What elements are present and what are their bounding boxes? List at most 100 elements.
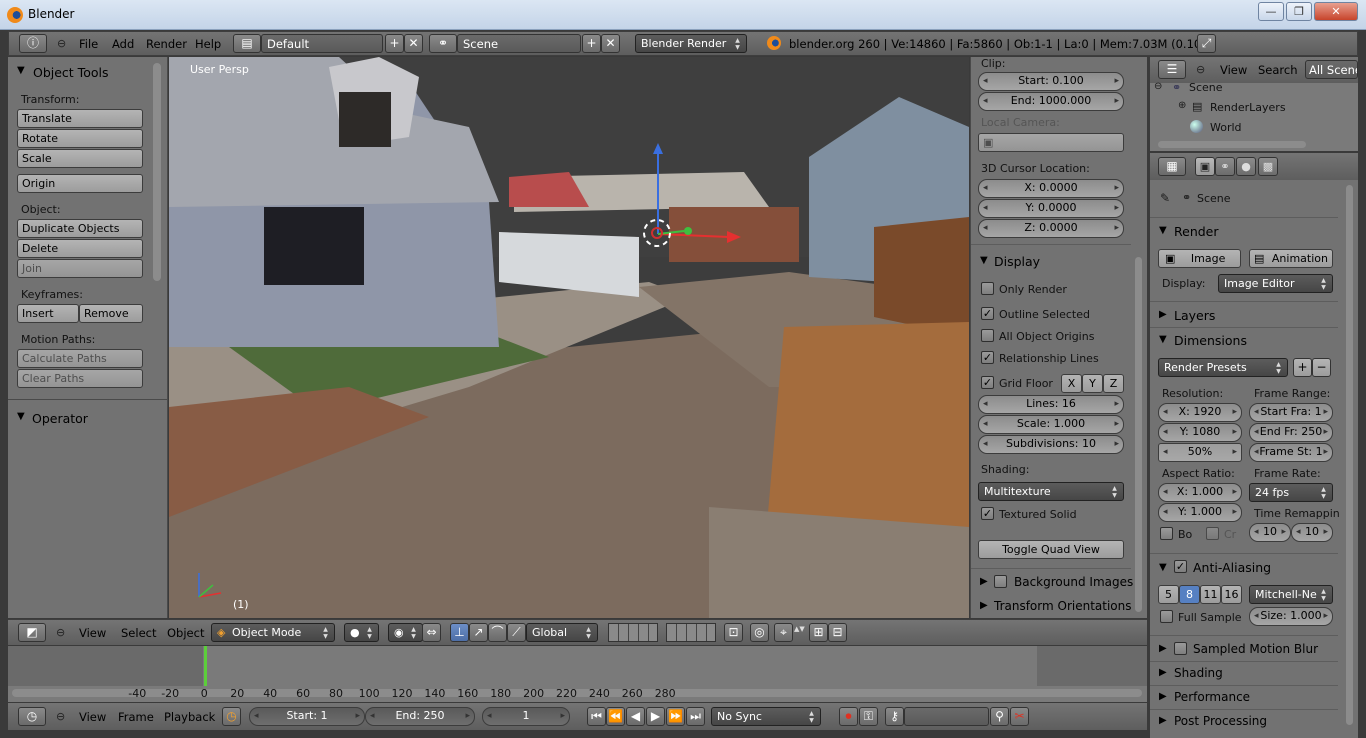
relationship-lines-checkbox[interactable]: ✓ [981, 351, 994, 364]
viewport-shading-select[interactable]: ● [344, 623, 379, 642]
render-triangle-icon[interactable]: ▼ [1159, 225, 1167, 236]
scene-layers-grid[interactable] [608, 623, 658, 642]
aspect-x-field[interactable]: X: 1.000 [1158, 483, 1242, 502]
render-animation-button[interactable]: ▤ Animation [1249, 249, 1333, 268]
operator-triangle-icon[interactable]: ▼ [17, 411, 25, 422]
insert-keyframe-icon[interactable]: ⚲ [990, 707, 1009, 726]
properties-editor-scrollbar[interactable] [1346, 185, 1353, 725]
proportional-edit-icon[interactable]: ◎ [750, 623, 769, 642]
end-frame-timeline-field[interactable]: End: 250 [365, 707, 475, 726]
manipulator-toggle-icon[interactable]: ⇔ [422, 623, 441, 642]
render-engine-select[interactable]: Blender Render [635, 34, 747, 53]
outliner-menu-search[interactable]: Search [1258, 63, 1298, 77]
translate-manipulator-icon[interactable]: ⊥ [450, 623, 469, 642]
resolution-x-field[interactable]: X: 1920 [1158, 403, 1242, 422]
tab-render-icon[interactable]: ▣ [1195, 157, 1215, 176]
aa-samples-5[interactable]: 5 [1158, 585, 1179, 604]
tool-shelf-scrollbar[interactable] [153, 63, 161, 281]
scene-layers-grid-2[interactable] [666, 623, 716, 642]
textured-solid-checkbox[interactable]: ✓ [981, 507, 994, 520]
timeline-menu-playback[interactable]: Playback [164, 710, 215, 724]
shading-triangle-icon[interactable]: ▶ [1159, 667, 1167, 678]
insert-keyframe-button[interactable]: Insert [17, 304, 79, 323]
viewport-3d[interactable]: User Persp (1) [169, 57, 969, 618]
render-presets-select[interactable]: Render Presets [1158, 358, 1288, 377]
background-images-checkbox[interactable] [994, 575, 1007, 588]
frame-rate-select[interactable]: 24 fps [1249, 483, 1333, 502]
outline-selected-checkbox[interactable]: ✓ [981, 307, 994, 320]
object-mode-select[interactable]: Object Mode [211, 623, 335, 642]
post-processing-triangle-icon[interactable]: ▶ [1159, 715, 1167, 726]
motion-blur-checkbox[interactable] [1174, 642, 1187, 655]
menu-render[interactable]: Render [146, 37, 187, 51]
outliner-filter-select[interactable]: All Scenes [1305, 60, 1358, 79]
close-button[interactable]: ✕ [1314, 2, 1358, 21]
view3d-menu-select[interactable]: Select [121, 626, 156, 640]
jump-end-icon[interactable]: ⏭ [686, 707, 705, 726]
join-button[interactable]: Join [17, 259, 143, 278]
grid-lines-field[interactable]: Lines: 16 [978, 395, 1124, 414]
rotate-manipulator-icon[interactable]: ↗ [469, 623, 488, 642]
tab-world-icon[interactable]: ● [1236, 157, 1256, 176]
remove-preset-button[interactable]: − [1312, 358, 1331, 377]
start-frame-field[interactable]: Start Fra: 1 [1249, 403, 1333, 422]
cursor-x-field[interactable]: X: 0.0000 [978, 179, 1124, 198]
all-object-origins-checkbox[interactable] [981, 329, 994, 342]
keying-set-icon[interactable]: ⚿ [859, 707, 878, 726]
outliner-item-renderlayers[interactable]: RenderLayers [1210, 101, 1286, 114]
cursor-z-field[interactable]: Z: 0.0000 [978, 219, 1124, 238]
tab-scene-icon[interactable]: ⚭ [1215, 157, 1235, 176]
origin-button[interactable]: Origin [17, 174, 143, 193]
clip-start-field[interactable]: Start: 0.100 [978, 72, 1124, 91]
outliner-item-scene[interactable]: Scene [1189, 81, 1223, 94]
collapse-triangle-icon[interactable]: ▼ [17, 65, 25, 76]
current-frame-field[interactable]: 1 [482, 707, 570, 726]
aa-size-field[interactable]: Size: 1.000 [1249, 607, 1333, 626]
collapse-menu-icon[interactable]: ⊖ [56, 626, 65, 639]
render-image-button[interactable]: ▣ Image [1158, 249, 1241, 268]
resolution-percentage-field[interactable]: 50% [1158, 443, 1242, 462]
preview-range-icon[interactable]: ◷ [222, 707, 241, 726]
aspect-y-field[interactable]: Y: 1.000 [1158, 503, 1242, 522]
clear-paths-button[interactable]: Clear Paths [17, 369, 143, 388]
rotate-button[interactable]: Rotate [17, 129, 143, 148]
layers-triangle-icon[interactable]: ▶ [1159, 309, 1167, 320]
expand-triangle-icon[interactable]: ▶ [980, 600, 988, 611]
render-opengl-icon[interactable]: ⊞ [809, 623, 828, 642]
duplicate-objects-button[interactable]: Duplicate Objects [17, 219, 143, 238]
timeline-scrollbar[interactable] [12, 689, 1142, 697]
jump-next-keyframe-icon[interactable]: ⏩ [666, 707, 685, 726]
display-select[interactable]: Image Editor [1218, 274, 1333, 293]
editor-type-properties-icon[interactable]: ▦ [1158, 157, 1186, 176]
view3d-menu-object[interactable]: Object [167, 626, 204, 640]
aa-samples-16[interactable]: 16 [1221, 585, 1242, 604]
dimensions-triangle-icon[interactable]: ▼ [1159, 334, 1167, 345]
add-scene-button[interactable]: + [582, 34, 601, 53]
keyframe-type-icon[interactable]: ⚷ [885, 707, 904, 726]
add-preset-button[interactable]: + [1293, 358, 1312, 377]
axis-y-toggle[interactable]: Y [1082, 374, 1103, 393]
collapse-menu-icon[interactable]: ⊖ [56, 710, 65, 723]
start-frame-timeline-field[interactable]: Start: 1 [249, 707, 365, 726]
collapse-menu-icon[interactable]: ⊖ [57, 37, 66, 50]
border-checkbox[interactable] [1160, 527, 1173, 540]
aa-filter-select[interactable]: Mitchell-Ne [1249, 585, 1333, 604]
add-screen-button[interactable]: + [385, 34, 404, 53]
properties-scrollbar[interactable] [1135, 257, 1142, 612]
collapse-menu-icon[interactable]: ⊖ [1196, 63, 1205, 76]
end-frame-field[interactable]: End Fr: 250 [1249, 423, 1333, 442]
display-triangle-icon[interactable]: ▼ [980, 255, 988, 266]
transform-icon[interactable]: ⟋ [507, 623, 526, 642]
clip-end-field[interactable]: End: 1000.000 [978, 92, 1124, 111]
remove-screen-button[interactable]: ✕ [404, 34, 423, 53]
scale-manipulator-icon[interactable]: ⌒ [488, 623, 507, 642]
expand-icon[interactable]: ⊕ [1178, 100, 1186, 111]
timeline-menu-frame[interactable]: Frame [118, 710, 154, 724]
menu-add[interactable]: Add [112, 37, 134, 51]
sync-mode-select[interactable]: No Sync [711, 707, 821, 726]
snap-icon[interactable]: ⌖ [774, 623, 793, 642]
anti-aliasing-checkbox[interactable]: ✓ [1174, 560, 1187, 573]
frame-step-field[interactable]: Frame St: 1 [1249, 443, 1333, 462]
maximize-button[interactable]: ❐ [1286, 2, 1312, 21]
fullscreen-icon[interactable]: ⤢ [1197, 34, 1216, 53]
